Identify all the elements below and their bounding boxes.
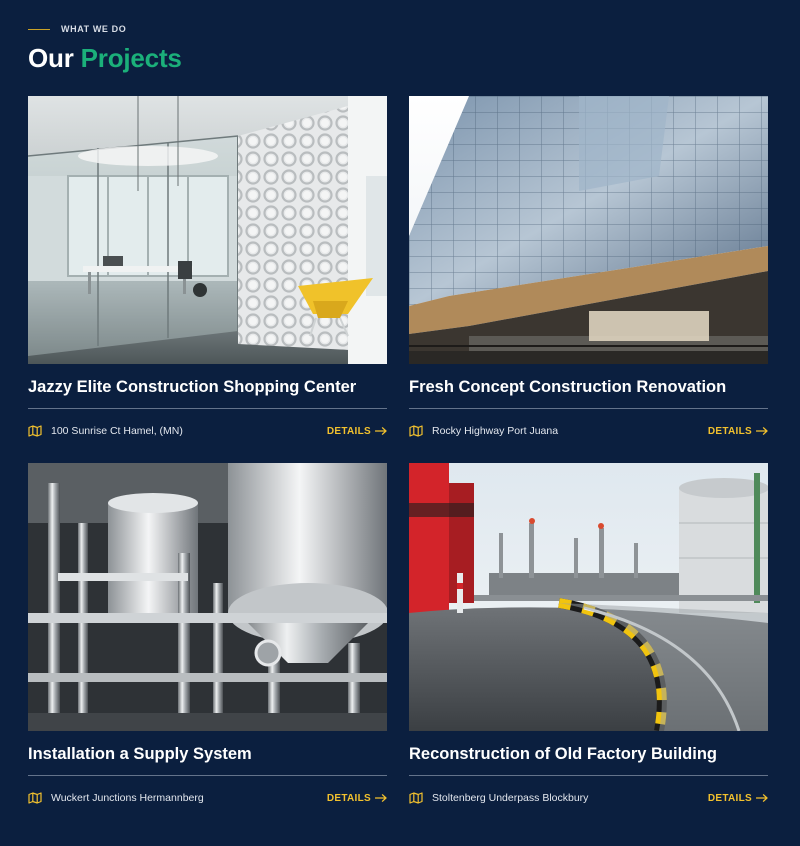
project-location-text: 100 Sunrise Ct Hamel, (MN) — [51, 425, 183, 437]
project-location: 100 Sunrise Ct Hamel, (MN) — [28, 425, 183, 437]
project-title[interactable]: Jazzy Elite Construction Shopping Center — [28, 376, 387, 398]
card-divider — [409, 775, 768, 776]
project-location-text: Wuckert Junctions Hermannberg — [51, 792, 204, 804]
project-card: Jazzy Elite Construction Shopping Center… — [28, 96, 387, 439]
project-location: Wuckert Junctions Hermannberg — [28, 792, 204, 804]
details-label: DETAILS — [326, 792, 371, 804]
details-label: DETAILS — [707, 425, 752, 437]
details-link[interactable]: DETAILS — [327, 426, 387, 437]
eyebrow: WHAT WE DO — [28, 22, 182, 36]
section-title-accent: Projects — [80, 43, 182, 73]
arrow-right-icon — [755, 427, 768, 435]
eyebrow-line — [28, 28, 50, 30]
project-meta: Rocky Highway Port Juana DETAILS — [409, 423, 768, 439]
project-location-text: Stoltenberg Underpass Blockbury — [432, 792, 589, 804]
project-card: Reconstruction of Old Factory Building S… — [409, 463, 768, 806]
project-title[interactable]: Fresh Concept Construction Renovation — [409, 376, 768, 398]
arrow-right-icon — [374, 427, 387, 435]
project-card: Fresh Concept Construction Renovation Ro… — [409, 96, 768, 439]
project-meta: Wuckert Junctions Hermannberg DETAILS — [28, 790, 387, 806]
eyebrow-text: WHAT WE DO — [61, 24, 127, 34]
project-location: Rocky Highway Port Juana — [409, 425, 558, 437]
map-icon — [28, 792, 42, 804]
details-link[interactable]: DETAILS — [327, 793, 387, 804]
project-image-refinery-road[interactable] — [409, 463, 768, 731]
project-meta: 100 Sunrise Ct Hamel, (MN) DETAILS — [28, 423, 387, 439]
arrow-right-icon — [374, 794, 387, 802]
project-location-text: Rocky Highway Port Juana — [432, 425, 559, 437]
arrow-right-icon — [755, 794, 768, 802]
details-link[interactable]: DETAILS — [708, 793, 768, 804]
project-title[interactable]: Installation a Supply System — [28, 743, 387, 765]
project-image-glass-tower[interactable] — [409, 96, 768, 364]
map-icon — [409, 425, 423, 437]
section-header: WHAT WE DO Our Projects — [28, 22, 182, 73]
details-label: DETAILS — [707, 792, 752, 804]
details-label: DETAILS — [326, 425, 371, 437]
map-icon — [28, 425, 42, 437]
project-image-industrial-pipes[interactable] — [28, 463, 387, 731]
card-divider — [28, 775, 387, 776]
project-location: Stoltenberg Underpass Blockbury — [409, 792, 588, 804]
card-divider — [28, 408, 387, 409]
card-divider — [409, 408, 768, 409]
project-meta: Stoltenberg Underpass Blockbury DETAILS — [409, 790, 768, 806]
details-link[interactable]: DETAILS — [708, 426, 768, 437]
section-title: Our Projects — [28, 44, 182, 73]
project-title[interactable]: Reconstruction of Old Factory Building — [409, 743, 768, 765]
project-card: Installation a Supply System Wuckert Jun… — [28, 463, 387, 806]
section-title-main: Our — [28, 43, 74, 73]
map-icon — [409, 792, 423, 804]
project-image-office-interior[interactable] — [28, 96, 387, 364]
